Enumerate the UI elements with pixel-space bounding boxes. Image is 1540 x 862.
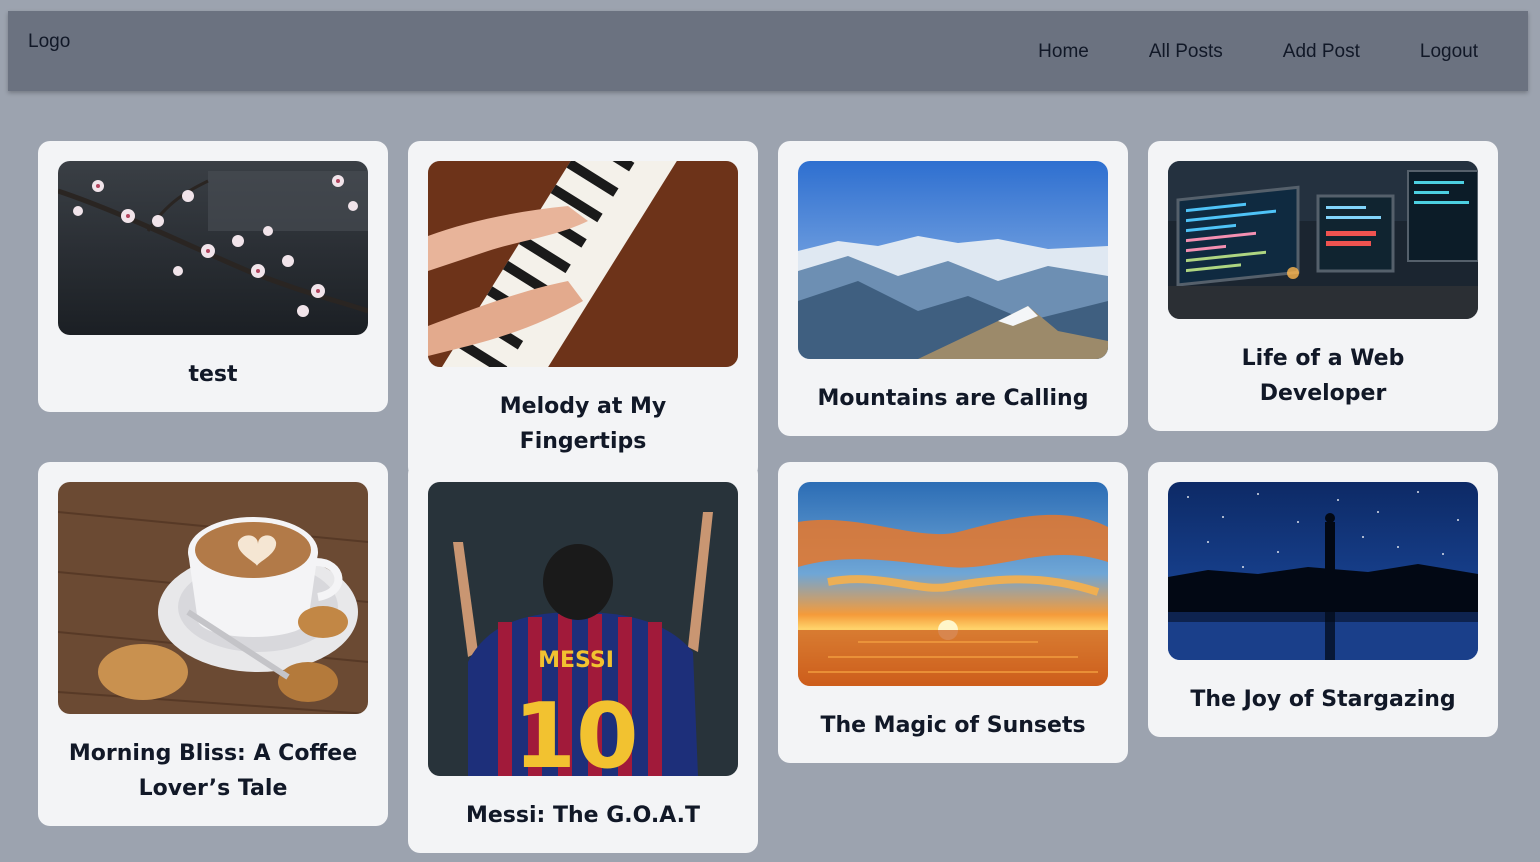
post-card[interactable]: MESSI 10 Messi: The G.O.A.T bbox=[408, 462, 758, 853]
post-image bbox=[798, 161, 1108, 359]
nav-link-home[interactable]: Home bbox=[1038, 41, 1089, 63]
post-card[interactable]: Life of a Web Developer bbox=[1148, 141, 1498, 431]
post-image bbox=[798, 482, 1108, 686]
nav-link-all-posts[interactable]: All Posts bbox=[1149, 41, 1223, 63]
post-image bbox=[1168, 482, 1478, 660]
logo[interactable]: Logo bbox=[28, 31, 70, 53]
nav-link-logout[interactable]: Logout bbox=[1420, 41, 1478, 63]
nav-link-add-post[interactable]: Add Post bbox=[1283, 41, 1360, 63]
post-title[interactable]: Morning Bliss: A Coffee Lover’s Tale bbox=[58, 714, 368, 826]
post-title[interactable]: Mountains are Calling bbox=[798, 359, 1108, 436]
post-card[interactable]: Melody at My Fingertips bbox=[408, 141, 758, 479]
post-title[interactable]: Messi: The G.O.A.T bbox=[428, 776, 738, 853]
post-title[interactable]: The Magic of Sunsets bbox=[798, 686, 1108, 763]
post-image bbox=[1168, 161, 1478, 319]
post-title[interactable]: Life of a Web Developer bbox=[1168, 319, 1478, 431]
post-image bbox=[58, 161, 368, 335]
post-image bbox=[58, 482, 368, 714]
post-card[interactable]: Mountains are Calling bbox=[778, 141, 1128, 436]
post-title[interactable]: test bbox=[58, 335, 368, 412]
post-image bbox=[428, 161, 738, 367]
post-card[interactable]: Morning Bliss: A Coffee Lover’s Tale bbox=[38, 462, 388, 826]
svg-text:10: 10 bbox=[513, 684, 638, 776]
post-card[interactable]: The Magic of Sunsets bbox=[778, 462, 1128, 763]
post-card[interactable]: test bbox=[38, 141, 388, 412]
navbar: Logo Home All Posts Add Post Logout bbox=[8, 11, 1528, 91]
svg-text:MESSI: MESSI bbox=[538, 648, 614, 673]
post-card[interactable]: The Joy of Stargazing bbox=[1148, 462, 1498, 737]
post-title[interactable]: The Joy of Stargazing bbox=[1168, 660, 1478, 737]
nav-links: Home All Posts Add Post Logout bbox=[1038, 41, 1478, 63]
post-image: MESSI 10 bbox=[428, 482, 738, 776]
